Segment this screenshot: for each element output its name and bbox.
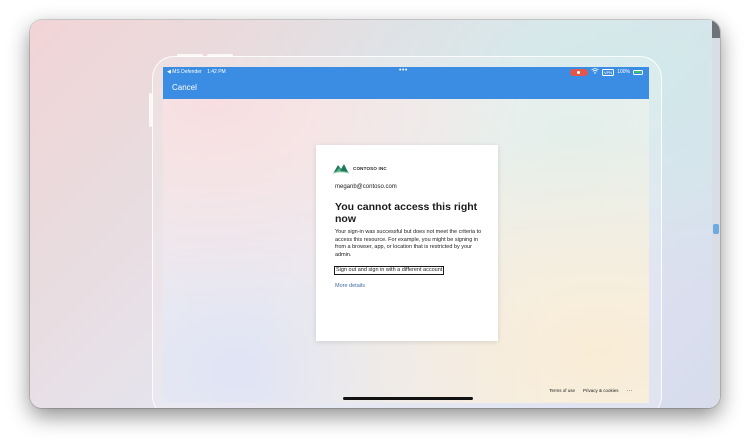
ipad-screen: ◀ MS Defender 1:42 PM ••• VPN 100% Cance… [163,67,649,403]
more-details-link[interactable]: More details [335,283,365,289]
status-bar-right: VPN 100% [569,68,643,76]
status-bar-left: ◀ MS Defender 1:42 PM [167,69,226,75]
page-footer: Terms of use Privacy & cookies ... [549,387,633,393]
app-window: ◀ MS Defender 1:42 PM ••• VPN 100% Cance… [30,20,720,408]
ipad-side-button [149,93,152,127]
scrollbar-thumb[interactable] [713,224,719,234]
battery-percent: 100% [617,69,630,75]
privacy-link[interactable]: Privacy & cookies [583,388,619,393]
account-email: meganb@contoso.com [335,184,397,190]
scrollbar-cap [712,20,720,38]
scrollbar[interactable] [712,20,720,408]
top-bar: ◀ MS Defender 1:42 PM ••• VPN 100% Cance… [163,67,649,99]
brand-header: CONTOSO INC [333,162,387,174]
multitasking-dots[interactable]: ••• [399,67,408,74]
contoso-logo-icon [333,164,349,174]
home-indicator[interactable] [343,397,473,400]
cancel-button[interactable]: Cancel [172,83,197,92]
ipad-frame: ◀ MS Defender 1:42 PM ••• VPN 100% Cance… [149,54,662,408]
more-options-icon[interactable]: ... [626,387,633,393]
battery-icon [633,69,643,75]
ipad-top-button [207,54,233,57]
vpn-badge: VPN [601,68,615,76]
terms-link[interactable]: Terms of use [549,388,575,393]
recording-icon[interactable] [569,68,588,76]
status-time: 1:42 PM [207,69,226,75]
brand-name: CONTOSO INC [353,165,387,171]
ipad-top-button [177,54,203,57]
wifi-icon [591,68,599,76]
back-to-app-link[interactable]: ◀ MS Defender [167,69,202,75]
error-message: Your sign-in was successful but does not… [335,229,482,258]
signout-link[interactable]: Sign out and sign in with a different ac… [333,265,445,276]
page-title: You cannot access this right now [335,201,478,225]
signin-card: CONTOSO INC meganb@contoso.com You canno… [316,145,498,341]
